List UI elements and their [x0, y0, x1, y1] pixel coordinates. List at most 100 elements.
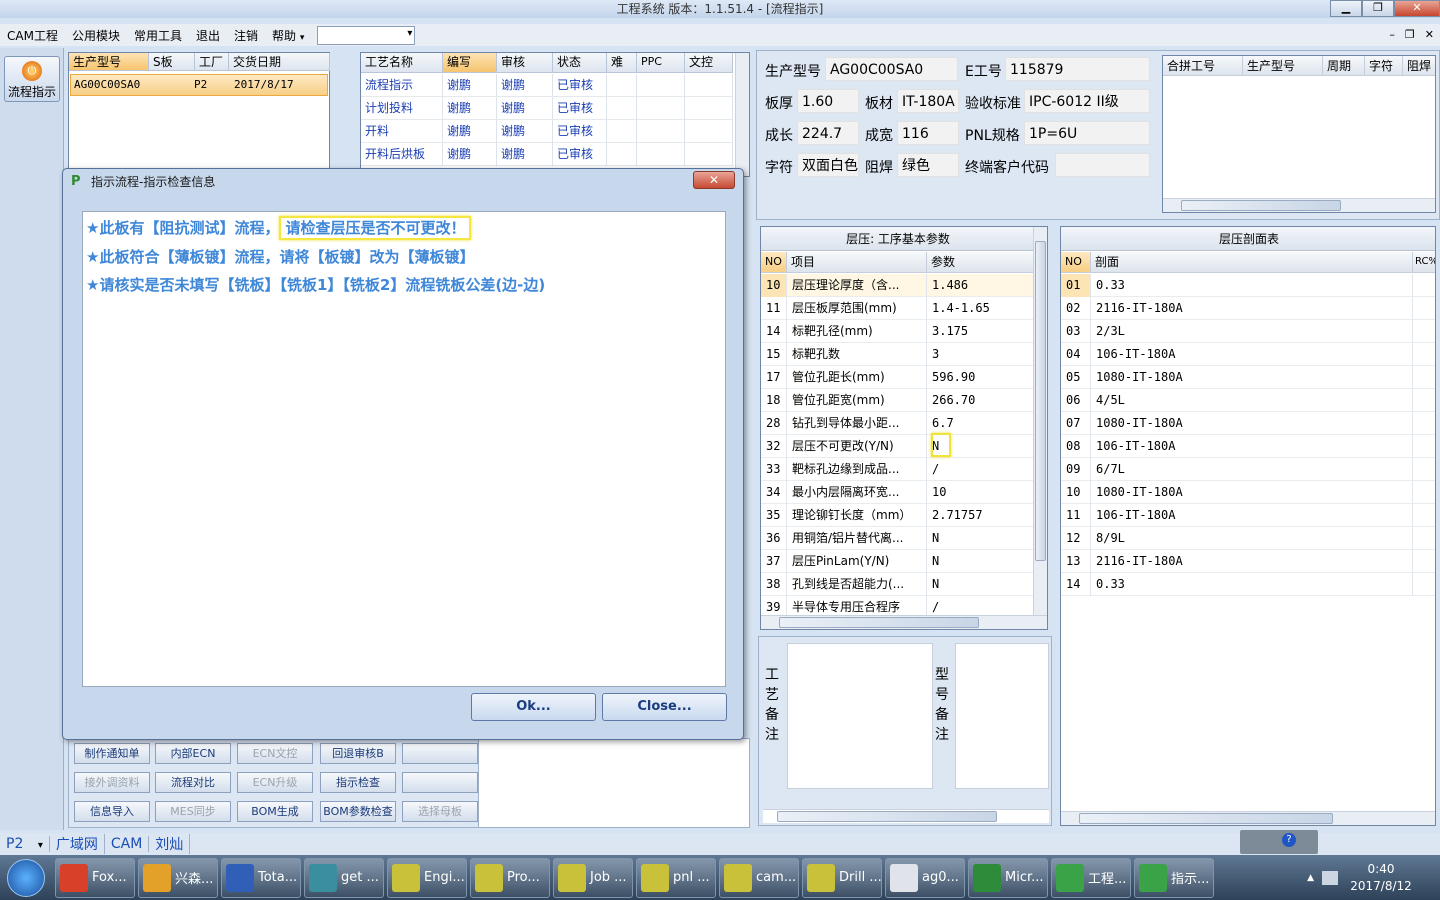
col-delivery[interactable]: 交货日期	[229, 53, 330, 71]
params-hscroll[interactable]	[761, 615, 1047, 629]
taskbar-item[interactable]: Tota...	[221, 857, 301, 898]
field-pnl[interactable]: 1P=6U	[1024, 121, 1150, 145]
mdi-close-button[interactable]: ✕	[1425, 28, 1434, 41]
table-row[interactable]: 37 层压PinLam(Y/N) N	[761, 550, 1035, 573]
minimize-button[interactable]: ▁	[1330, 0, 1362, 17]
col-params-value[interactable]: 参数	[927, 252, 1035, 273]
merge-table-hscroll[interactable]	[1163, 198, 1435, 212]
scroll-thumb[interactable]	[1035, 241, 1046, 561]
table-row[interactable]: 计划投料 谢鹏 谢鹏 已审核	[361, 97, 733, 120]
col-merge-cycle[interactable]: 周期	[1323, 56, 1365, 76]
table-row[interactable]: 08 106-IT-180A	[1061, 435, 1435, 458]
process-notes-input[interactable]	[787, 643, 933, 789]
factory-select[interactable]: P2 ▾	[0, 836, 50, 852]
col-ppc[interactable]: PPC	[637, 53, 685, 73]
bom-generate-button[interactable]: BOM生成	[237, 801, 313, 822]
col-factory[interactable]: 工厂	[195, 53, 229, 71]
menu-common-tools[interactable]: 常用工具	[127, 27, 189, 44]
table-row[interactable]: 14 0.33	[1061, 573, 1435, 596]
tray-up-arrow-icon[interactable]: ▲	[1307, 873, 1314, 883]
taskbar-item[interactable]: cam...	[719, 857, 799, 898]
table-row[interactable]: 开料后烘板 谢鹏 谢鹏 已审核	[361, 143, 733, 166]
menu-logout[interactable]: 注销	[227, 27, 265, 44]
field-width[interactable]: 116	[897, 121, 959, 145]
taskbar-item[interactable]: 工程...	[1051, 857, 1131, 898]
col-difficulty[interactable]: 难	[607, 53, 637, 73]
table-row[interactable]: 流程指示 谢鹏 谢鹏 已审核	[361, 74, 733, 97]
table-row[interactable]: 11 层压板厚范围(mm) 1.4-1.65	[761, 297, 1035, 320]
mdi-restore-button[interactable]: ❐	[1405, 28, 1415, 41]
col-status[interactable]: 状态	[553, 53, 607, 73]
table-row[interactable]: 03 2/3L	[1061, 320, 1435, 343]
taskbar-item[interactable]: Fox...	[55, 857, 135, 898]
taskbar-item[interactable]: Job ...	[553, 857, 633, 898]
start-button[interactable]	[0, 855, 52, 900]
table-row[interactable]: 11 106-IT-180A	[1061, 504, 1435, 527]
field-customer[interactable]	[1055, 153, 1150, 177]
taskbar-item[interactable]: Micr...	[968, 857, 1048, 898]
ok-button[interactable]: Ok...	[471, 693, 596, 721]
blank-button-2[interactable]	[402, 772, 478, 793]
blank-button-1[interactable]	[402, 743, 478, 764]
col-section-rc[interactable]: RC%	[1413, 252, 1435, 273]
col-merge-mask[interactable]: 阻焊	[1403, 56, 1435, 76]
make-notice-button[interactable]: 制作通知单	[74, 743, 150, 764]
field-eno[interactable]: 115879	[1005, 57, 1150, 81]
field-material[interactable]: IT-180A	[897, 89, 959, 113]
field-solder-mask[interactable]: 绿色	[897, 153, 959, 177]
table-row[interactable]: 04 106-IT-180A	[1061, 343, 1435, 366]
table-row[interactable]: 18 管位孔距宽(mm) 266.70	[761, 389, 1035, 412]
table-row[interactable]: 38 孔到线是否超能力(... N	[761, 573, 1035, 596]
select-mother-board-button[interactable]: 选择母板	[402, 801, 478, 822]
taskbar-item[interactable]: pnl ...	[636, 857, 716, 898]
taskbar-item[interactable]: ag0...	[885, 857, 965, 898]
table-row[interactable]: 开料 谢鹏 谢鹏 已审核	[361, 120, 733, 143]
field-thickness[interactable]: 1.60	[797, 89, 859, 113]
field-standard[interactable]: IPC-6012 II级	[1024, 89, 1150, 113]
col-s-board[interactable]: S板	[149, 53, 195, 71]
section-hscroll[interactable]	[1061, 811, 1435, 825]
menu-exit[interactable]: 退出	[189, 27, 227, 44]
table-row[interactable]: 34 最小内层隔离环宽... 10	[761, 481, 1035, 504]
menu-combo[interactable]	[317, 25, 416, 45]
params-vscroll[interactable]	[1033, 227, 1047, 615]
table-row[interactable]: 01 0.33	[1061, 274, 1435, 297]
network-icon[interactable]	[1322, 870, 1338, 885]
clock[interactable]: 0:40 2017/8/12	[1346, 861, 1416, 895]
col-merge-char[interactable]: 字符	[1365, 56, 1403, 76]
process-compare-button[interactable]: 流程对比	[155, 772, 231, 793]
bom-check-button[interactable]: BOM参数检查	[320, 801, 396, 822]
table-row[interactable]: 35 理论铆钉长度（mm） 2.71757	[761, 504, 1035, 527]
table-row[interactable]: 12 8/9L	[1061, 527, 1435, 550]
model-notes-input[interactable]	[955, 643, 1049, 789]
close-button[interactable]: Close...	[602, 693, 727, 721]
external-data-button[interactable]: 接外调资料	[74, 772, 150, 793]
internal-ecn-button[interactable]: 内部ECN	[155, 743, 231, 764]
language-bar[interactable]: ?	[1240, 830, 1318, 854]
restore-button[interactable]: ❐	[1362, 0, 1394, 17]
field-length[interactable]: 224.7	[797, 121, 859, 145]
rollback-review-button[interactable]: 回退审核B	[320, 743, 396, 764]
col-merge-model[interactable]: 生产型号	[1243, 56, 1323, 76]
taskbar-item[interactable]: Engi...	[387, 857, 467, 898]
indication-check-button[interactable]: 指示检查	[320, 772, 396, 793]
taskbar-item[interactable]: 指示...	[1134, 857, 1214, 898]
col-model[interactable]: 生产型号	[69, 53, 149, 71]
col-section-no[interactable]: NO	[1061, 252, 1091, 273]
table-row[interactable]: 28 钻孔到导体最小距... 6.7	[761, 412, 1035, 435]
col-process-name[interactable]: 工艺名称	[361, 53, 443, 73]
field-characters[interactable]: 双面白色	[797, 153, 859, 177]
menu-common-modules[interactable]: 公用模块	[65, 27, 127, 44]
table-row[interactable]: 07 1080-IT-180A	[1061, 412, 1435, 435]
col-doc-control[interactable]: 文控	[685, 53, 733, 73]
table-row[interactable]: 14 标靶孔径(mm) 3.175	[761, 320, 1035, 343]
table-row[interactable]: AG00C00SA0 P2 2017/8/17	[70, 74, 328, 96]
scroll-thumb[interactable]	[1079, 813, 1333, 824]
ecn-upgrade-button[interactable]: ECN升级	[237, 772, 313, 793]
col-section-profile[interactable]: 剖面	[1091, 252, 1413, 273]
table-row[interactable]: 05 1080-IT-180A	[1061, 366, 1435, 389]
col-merge-no[interactable]: 合拼工号	[1163, 56, 1243, 76]
process-table-scrollbar[interactable]	[735, 53, 749, 176]
taskbar-item[interactable]: Drill ...	[802, 857, 882, 898]
col-reviewer[interactable]: 审核	[497, 53, 553, 73]
